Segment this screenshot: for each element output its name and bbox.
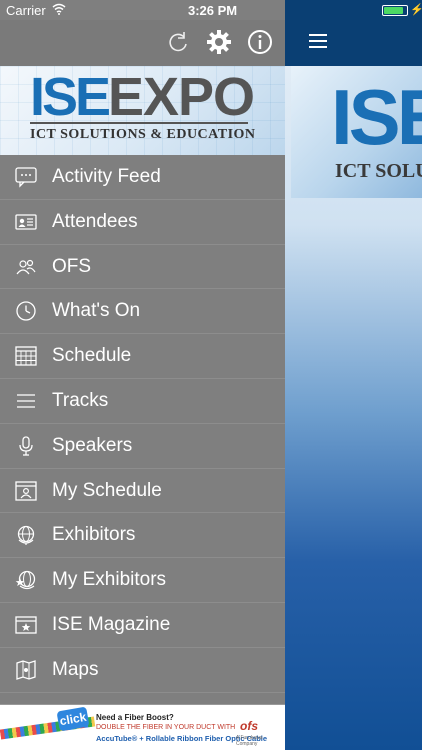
menu-item-label: Activity Feed (52, 166, 161, 187)
map-icon (15, 659, 37, 681)
battery-fill (384, 7, 403, 14)
logo-ise-text: ISE (30, 67, 111, 127)
menu-item-label: Speakers (52, 434, 133, 456)
menu-item-label: Tracks (52, 389, 109, 411)
menu-item-label: My Schedule (52, 479, 162, 501)
menu-item-label: OFS (52, 255, 92, 277)
carrier-label: Carrier (6, 3, 46, 18)
person-calendar-icon (15, 480, 37, 502)
banner-ise-text: ISE (331, 73, 422, 161)
menu-item-whats-on[interactable]: What's On (0, 289, 285, 335)
microphone-icon (15, 435, 37, 457)
clock-icon (15, 300, 37, 322)
star-globe-icon (15, 569, 37, 591)
status-time: 3:26 PM (188, 3, 238, 18)
ofs-advertisement-banner[interactable]: click Need a Fiber Boost? DOUBLE THE FIB… (0, 704, 285, 750)
menu-item-tracks[interactable]: Tracks (0, 379, 285, 424)
gear-icon[interactable] (205, 28, 233, 56)
logo-expo-text: EXPO (108, 67, 255, 127)
battery-icon (382, 5, 408, 16)
menu-item-attendees[interactable]: Attendees (0, 200, 285, 245)
ad-headline: Need a Fiber Boost? (96, 713, 174, 722)
menu-item-label: ISE Magazine (52, 613, 171, 635)
calendar-grid-icon (15, 345, 37, 367)
main-content: ISE ICT SOLUTIONS & EDUCATION (285, 0, 422, 750)
menu-item-label: Exhibitors (52, 524, 136, 546)
side-drawer: ISE EXPO ICT SOLUTIONS & EDUCATION Activ… (0, 0, 285, 750)
refresh-icon[interactable] (164, 28, 192, 56)
menu-item-schedule[interactable]: Schedule (0, 334, 285, 379)
ise-expo-logo: ISE EXPO ICT SOLUTIONS & EDUCATION (0, 66, 285, 155)
menu-item-maps[interactable]: Maps (0, 648, 285, 693)
menu-item-ise-magazine[interactable]: ISE Magazine (0, 603, 285, 648)
menu-item-label: What's On (52, 300, 141, 322)
wifi-icon (52, 3, 66, 15)
menu-item-my-schedule[interactable]: My Schedule (0, 469, 285, 514)
ofs-logo: ofs (240, 719, 258, 733)
menu-item-label: Attendees (52, 210, 138, 232)
menu-item-activity-feed[interactable]: Activity Feed (0, 155, 285, 200)
menu-item-label: Maps (52, 658, 99, 680)
menu-item-label: Schedule (52, 345, 132, 367)
menu-item-my-exhibitors[interactable]: My Exhibitors (0, 558, 285, 603)
magazine-icon (15, 614, 37, 636)
hamburger-menu-icon[interactable] (309, 34, 327, 48)
id-card-icon (15, 211, 37, 233)
list-lines-icon (15, 390, 37, 412)
people-icon (15, 256, 37, 278)
status-bar: Carrier 3:26 PM ⚡ (0, 0, 422, 20)
ofs-logo-subtitle: A Furukawa Company (236, 735, 263, 747)
logo-divider (30, 122, 248, 124)
info-icon[interactable] (246, 28, 274, 56)
charging-bolt-icon: ⚡ (410, 4, 422, 16)
banner-tagline: ICT SOLUTIONS & EDUCATION (335, 160, 422, 182)
drawer-toolbar (0, 20, 285, 66)
menu-item-exhibitors[interactable]: Exhibitors (0, 513, 285, 559)
menu-item-ofs[interactable]: OFS (0, 245, 285, 290)
menu-item-speakers[interactable]: Speakers (0, 424, 285, 469)
logo-tagline: ICT SOLUTIONS & EDUCATION (30, 127, 256, 142)
menu-item-label: My Exhibitors (52, 569, 167, 591)
globe-icon (15, 524, 37, 546)
chat-bubble-icon (15, 166, 37, 188)
content-banner: ISE ICT SOLUTIONS & EDUCATION (291, 66, 422, 198)
ad-subheadline: DOUBLE THE FIBER IN YOUR DUCT WITH (96, 724, 236, 731)
drawer-menu: Activity Feed Attendees OFS What's On Sc… (0, 155, 285, 693)
